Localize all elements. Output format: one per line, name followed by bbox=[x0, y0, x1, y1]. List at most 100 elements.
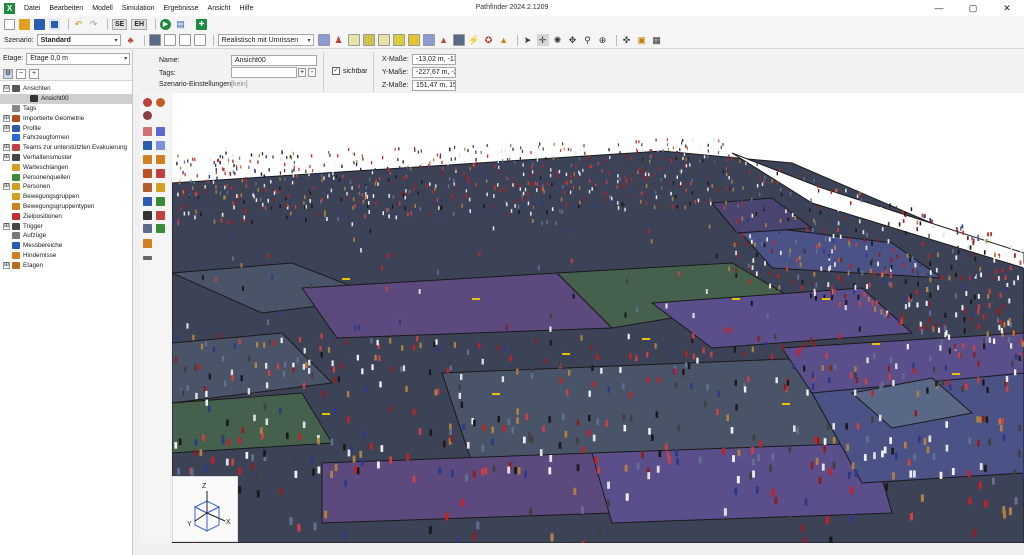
chart-icon[interactable]: ▤ bbox=[175, 19, 186, 30]
x-dimension-input[interactable]: -13,02 m, -13, bbox=[412, 54, 456, 65]
name-input[interactable]: Ansicht00 bbox=[231, 55, 317, 66]
queue-icon[interactable] bbox=[143, 183, 152, 192]
run-icon[interactable]: ▶ bbox=[160, 18, 172, 30]
stairs-icon[interactable] bbox=[143, 141, 152, 150]
source-icon[interactable] bbox=[156, 183, 165, 192]
grid-tool-icon[interactable] bbox=[143, 224, 152, 233]
view-side-icon[interactable] bbox=[178, 34, 191, 46]
door-icon[interactable] bbox=[156, 127, 165, 136]
close-button[interactable]: ✕ bbox=[990, 0, 1024, 16]
group-tool-icon[interactable] bbox=[143, 239, 152, 248]
tree-item[interactable]: ⊞ Trigger bbox=[0, 221, 132, 231]
room-icon[interactable] bbox=[143, 127, 152, 136]
view-3d-icon[interactable] bbox=[148, 34, 161, 46]
zoom-box-icon[interactable]: ⊕ bbox=[597, 34, 609, 46]
layer-icon[interactable] bbox=[422, 34, 435, 46]
open-icon[interactable] bbox=[19, 18, 30, 30]
door-marker[interactable] bbox=[952, 373, 960, 375]
new-icon[interactable] bbox=[4, 18, 15, 30]
menu-bearbeiten[interactable]: Bearbeiten bbox=[49, 5, 83, 12]
expand-icon[interactable]: ⊞ bbox=[3, 144, 10, 152]
scenario-select[interactable]: Standard ▾ bbox=[36, 34, 121, 46]
tree-item[interactable]: ⊟ Ansichten bbox=[0, 84, 132, 94]
door-marker[interactable] bbox=[642, 338, 650, 340]
redo-icon[interactable]: ↷ bbox=[88, 19, 99, 30]
obstacle-icon[interactable] bbox=[143, 169, 152, 178]
menu-simulation[interactable]: Simulation bbox=[122, 5, 155, 12]
elevator-icon[interactable] bbox=[156, 155, 165, 164]
scene-canvas[interactable] bbox=[172, 93, 1024, 543]
measure-icon[interactable] bbox=[143, 197, 152, 206]
exit-tool-icon[interactable] bbox=[156, 224, 165, 233]
visible-checkbox[interactable]: ✓ bbox=[332, 67, 340, 75]
expand-icon[interactable]: ⊞ bbox=[3, 114, 10, 122]
person-icon[interactable]: ♟ bbox=[333, 34, 345, 46]
cone-tool-icon[interactable] bbox=[156, 211, 165, 220]
pin-icon[interactable]: ▲ bbox=[438, 34, 450, 46]
door-marker[interactable] bbox=[322, 413, 330, 415]
trigger-icon[interactable]: ⚡ bbox=[468, 34, 480, 46]
target-area-icon[interactable] bbox=[156, 197, 165, 206]
tree-item[interactable]: Tags bbox=[0, 104, 132, 114]
tree-item[interactable]: ⊞ Verhaltensmuster bbox=[0, 153, 132, 163]
tree-item[interactable]: Ansicht00 bbox=[0, 93, 132, 104]
door-marker[interactable] bbox=[492, 393, 500, 395]
menu-ansicht[interactable]: Ansicht bbox=[208, 5, 231, 12]
collapse-all-icon[interactable]: − bbox=[16, 68, 26, 79]
tree-item[interactable]: ⊞ Etagen bbox=[0, 260, 132, 270]
orientation-gizmo[interactable]: Z X Y bbox=[172, 476, 238, 542]
minimize-button[interactable]: — bbox=[922, 0, 956, 16]
tree-item[interactable]: ⊞ Importierte Geometrie bbox=[0, 113, 132, 123]
tree-item[interactable]: Messbereiche bbox=[0, 241, 132, 251]
menu-modell[interactable]: Modell bbox=[92, 5, 113, 12]
add-occupant-icon[interactable] bbox=[156, 98, 165, 107]
door-marker[interactable] bbox=[562, 353, 570, 355]
maximize-button[interactable]: ▢ bbox=[956, 0, 990, 16]
layer-icon[interactable] bbox=[377, 34, 390, 46]
tree-item[interactable]: Zielpositionen bbox=[0, 211, 132, 221]
door-marker[interactable] bbox=[822, 298, 830, 300]
layer-icon[interactable] bbox=[407, 34, 420, 46]
fit-icon[interactable]: ▣ bbox=[636, 34, 648, 46]
tag-add-button[interactable]: + bbox=[298, 68, 306, 77]
eh-button[interactable]: EH bbox=[131, 18, 148, 30]
target-icon[interactable]: ✪ bbox=[483, 34, 495, 46]
walk-icon[interactable]: ✺ bbox=[552, 34, 564, 46]
expand-icon[interactable]: ⊞ bbox=[3, 261, 10, 269]
filter-icon[interactable]: ⚙ bbox=[3, 68, 13, 79]
tree-item[interactable]: Personenquellen bbox=[0, 172, 132, 182]
door-marker[interactable] bbox=[472, 298, 480, 300]
trigger-tool-icon[interactable] bbox=[143, 211, 152, 220]
view-top-icon[interactable] bbox=[193, 34, 206, 46]
results-icon[interactable]: ✚ bbox=[196, 18, 208, 30]
view-front-icon[interactable] bbox=[163, 34, 176, 46]
floor-select[interactable]: Etage 0,0 m ▾ bbox=[26, 52, 131, 65]
tree-item[interactable]: Hindernisse bbox=[0, 251, 132, 261]
tree-item[interactable]: Fahrzeugformen bbox=[0, 133, 132, 143]
orbit-icon[interactable]: ✛ bbox=[536, 34, 549, 46]
scenario-settings-value[interactable]: [kein] bbox=[231, 81, 248, 88]
grid-icon[interactable]: ▦ bbox=[651, 34, 663, 46]
z-dimension-input[interactable]: 151,47 m, 151 bbox=[412, 80, 456, 91]
door-marker[interactable] bbox=[342, 278, 350, 280]
scenario-settings-icon[interactable]: ♣ bbox=[125, 34, 137, 46]
save-as-icon[interactable] bbox=[49, 18, 60, 30]
layer-icon[interactable] bbox=[362, 34, 375, 46]
door-marker[interactable] bbox=[782, 403, 790, 405]
profile-icon[interactable] bbox=[143, 111, 152, 120]
pointer-icon[interactable]: ➤ bbox=[522, 34, 534, 46]
tree-item[interactable]: Aufzüge bbox=[0, 231, 132, 241]
tree-item[interactable]: Bewegungsgruppen bbox=[0, 192, 132, 202]
cone-icon[interactable]: ▲ bbox=[498, 34, 510, 46]
door-marker[interactable] bbox=[732, 298, 740, 300]
add-person-icon[interactable] bbox=[143, 98, 152, 107]
tree-item[interactable]: ⊞ Teams zur unterstützten Evakuierung bbox=[0, 143, 132, 153]
expand-icon[interactable]: ⊞ bbox=[3, 153, 10, 161]
expand-icon[interactable]: ⊞ bbox=[3, 124, 10, 132]
layer-icon[interactable] bbox=[452, 34, 465, 46]
tags-input[interactable] bbox=[231, 67, 297, 78]
menu-datei[interactable]: Datei bbox=[24, 5, 40, 12]
tag-remove-button[interactable]: - bbox=[308, 68, 316, 77]
door-marker[interactable] bbox=[872, 343, 880, 345]
render-mode-select[interactable]: Realistisch mit Umrissen ▾ bbox=[217, 34, 314, 46]
